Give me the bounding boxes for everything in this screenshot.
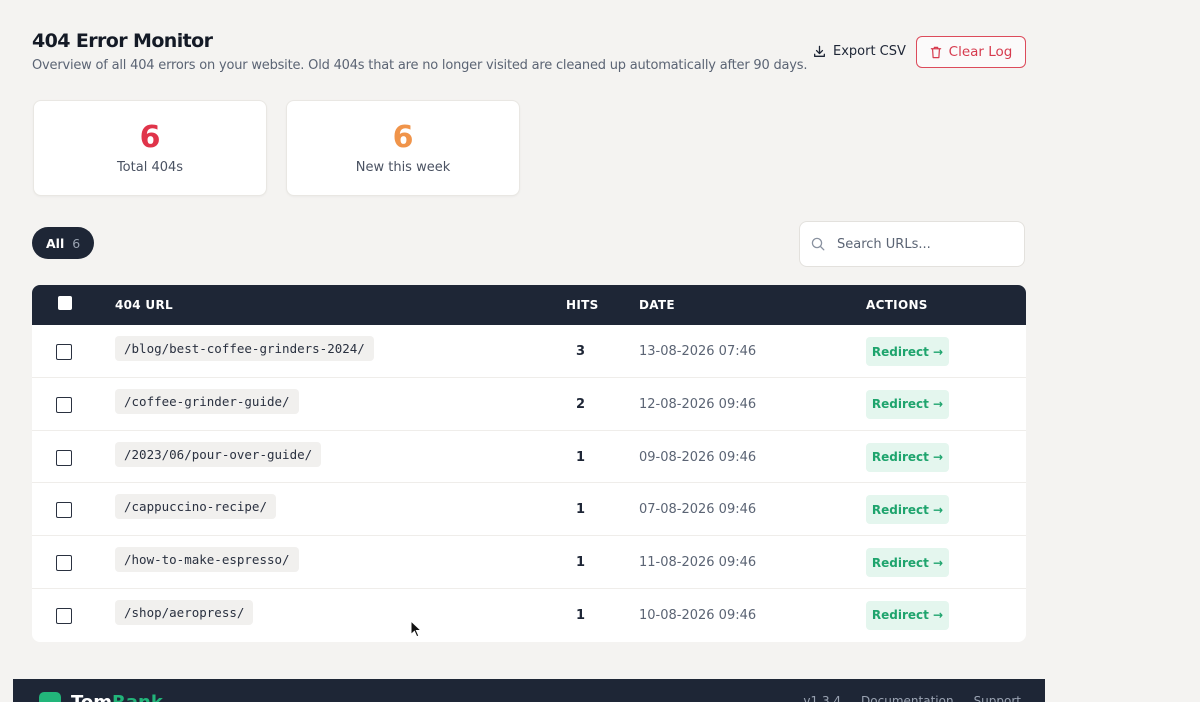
column-date: DATE <box>639 298 675 312</box>
table-row: /2023/06/pour-over-guide/ 1 09-08-2026 0… <box>32 431 1026 484</box>
select-all-checkbox[interactable] <box>58 296 72 310</box>
search-input[interactable] <box>837 236 1007 252</box>
column-hits: HITS <box>566 298 599 312</box>
footer-bar: TomRank v1.3.4 Documentation Support <box>13 679 1045 702</box>
table-row: /cappuccino-recipe/ 1 07-08-2026 09:46 R… <box>32 483 1026 537</box>
filter-label: All <box>46 235 65 251</box>
export-csv-button[interactable]: Export CSV <box>813 36 906 66</box>
redirect-button[interactable]: Redirect → <box>866 442 949 472</box>
mouse-pointer-icon <box>410 620 422 638</box>
hits-cell: 1 <box>576 607 586 623</box>
redirect-button[interactable]: Redirect → <box>866 495 949 525</box>
date-cell: 12-08-2026 09:46 <box>639 396 757 412</box>
url-cell: /cappuccino-recipe/ <box>115 494 276 520</box>
redirect-button[interactable]: Redirect → <box>866 389 949 419</box>
brand-name: TomRank <box>71 692 163 702</box>
date-cell: 07-08-2026 09:46 <box>639 502 757 518</box>
page-subtitle: Overview of all 404 errors on your websi… <box>32 58 808 73</box>
stat-week-label: New this week <box>355 160 451 175</box>
clear-log-button[interactable]: Clear Log <box>916 36 1026 68</box>
date-cell: 11-08-2026 09:46 <box>639 555 757 571</box>
documentation-link[interactable]: Documentation <box>861 694 954 702</box>
table-row: /how-to-make-espresso/ 1 11-08-2026 09:4… <box>32 536 1026 589</box>
trash-icon <box>930 46 941 58</box>
hits-cell: 1 <box>576 502 586 518</box>
url-cell: /shop/aeropress/ <box>115 599 254 625</box>
support-link[interactable]: Support <box>974 694 1021 702</box>
url-cell: /blog/best-coffee-grinders-2024/ <box>115 336 374 361</box>
url-cell: /2023/06/pour-over-guide/ <box>115 441 322 467</box>
export-csv-label: Export CSV <box>833 43 906 59</box>
stat-total-label: Total 404s <box>116 160 184 175</box>
brand-name-part-2: Rank <box>112 692 163 702</box>
search-box <box>799 221 1025 267</box>
row-checkbox[interactable] <box>56 607 72 624</box>
footer-links: v1.3.4 Documentation Support <box>803 694 1021 702</box>
hits-cell: 3 <box>576 344 586 359</box>
row-checkbox[interactable] <box>56 502 72 519</box>
date-cell: 10-08-2026 09:46 <box>639 607 757 623</box>
hits-cell: 2 <box>576 396 586 412</box>
table-header: 404 URL HITS DATE ACTIONS <box>32 285 1026 325</box>
table-row: /coffee-grinder-guide/ 2 12-08-2026 09:4… <box>32 378 1026 431</box>
clear-log-label: Clear Log <box>948 44 1013 60</box>
row-checkbox[interactable] <box>56 344 72 360</box>
date-cell: 09-08-2026 09:46 <box>639 449 757 465</box>
stat-week-value: 6 <box>392 120 414 155</box>
url-cell: /how-to-make-espresso/ <box>115 547 299 573</box>
redirect-button[interactable]: Redirect → <box>866 600 949 630</box>
hits-cell: 1 <box>576 555 586 571</box>
search-icon <box>811 237 825 251</box>
filter-count: 6 <box>72 235 81 251</box>
brand-name-part-1: Tom <box>71 692 112 702</box>
url-cell: /coffee-grinder-guide/ <box>115 388 299 414</box>
table-row: /shop/aeropress/ 1 10-08-2026 09:46 Redi… <box>32 589 1026 642</box>
filter-all-tab[interactable]: All 6 <box>32 227 95 259</box>
redirect-button[interactable]: Redirect → <box>866 548 949 578</box>
row-checkbox[interactable] <box>56 396 72 413</box>
table-row: /blog/best-coffee-grinders-2024/ 3 13-08… <box>32 325 1026 378</box>
row-checkbox[interactable] <box>56 555 72 572</box>
page-header: 404 Error Monitor Overview of all 404 er… <box>32 30 1026 73</box>
brand-logo-icon <box>39 692 61 702</box>
version-label: v1.3.4 <box>803 694 842 702</box>
stat-total-value: 6 <box>139 120 161 155</box>
date-cell: 13-08-2026 07:46 <box>639 344 757 359</box>
hits-cell: 1 <box>576 449 586 465</box>
column-actions: ACTIONS <box>866 298 928 312</box>
stat-card-new-week: 6 New this week <box>286 100 520 196</box>
download-icon <box>814 45 825 57</box>
row-checkbox[interactable] <box>56 449 72 466</box>
error-table: 404 URL HITS DATE ACTIONS /blog/best-cof… <box>32 285 1026 642</box>
redirect-button[interactable]: Redirect → <box>866 337 949 366</box>
stat-card-total: 6 Total 404s <box>33 100 267 196</box>
column-url: 404 URL <box>115 298 173 312</box>
